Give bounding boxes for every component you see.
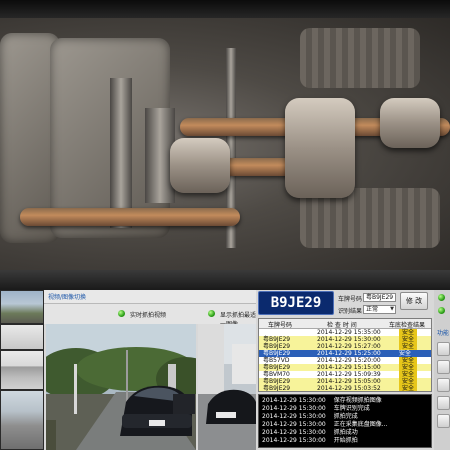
bottom-panel: 视频/图像切换 实时抓拍视频 显示抓拍最适一图像 (0, 290, 450, 450)
side-button[interactable] (437, 360, 450, 374)
status-indicator-icon (438, 294, 445, 301)
cell-time: 2014-12-29 15:30:00 (317, 336, 381, 343)
display-mode-row: 实时抓拍视频 显示抓拍最适一图像 (44, 304, 256, 328)
log-message: 抓拍成功 (333, 429, 358, 436)
log-message: 车牌识别完成 (333, 405, 370, 412)
cell-plate: 粤B9JE29 (263, 350, 291, 357)
cell-plate: 粤B9JE29 (263, 385, 291, 392)
cell-time: 2014-12-29 15:20:00 (317, 357, 381, 364)
log-message: 抓拍完成 (333, 413, 358, 420)
cell-time: 2014-12-29 15:15:00 (317, 364, 381, 371)
table-row[interactable]: 粤B9JE29 2014-12-29 15:25:00 安全 (259, 350, 431, 357)
table-row[interactable]: 粤BVM70 2014-12-29 15:09:39 安全 (259, 371, 431, 378)
log-time: 2014-12-29 15:30:00 (262, 437, 326, 444)
result-select[interactable]: 正常 ▼ (363, 305, 396, 314)
view-switch-header: 视频/图像切换 (44, 290, 256, 304)
capture-image-indicator-icon[interactable] (208, 310, 215, 317)
cell-time: 2014-12-29 15:25:00 (317, 350, 381, 357)
cell-time: 2014-12-29 15:27:00 (317, 343, 381, 350)
column-header-time[interactable]: 检 查 时 间 (327, 320, 357, 329)
side-button[interactable] (437, 396, 450, 410)
log-line: 2014-12-29 15:30:00 开始抓拍 (262, 437, 358, 445)
chevron-down-icon: ▼ (390, 306, 394, 312)
event-log: 2014-12-29 15:30:00 保存视频抓拍图像 2014-12-29 15… (258, 394, 432, 448)
table-row[interactable]: 粤B57VD 2014-12-29 15:20:00 安全 (259, 357, 431, 364)
realtime-video-option[interactable]: 实时抓拍视频 (130, 310, 166, 319)
cell-result: 安全 (399, 378, 418, 385)
log-time: 2014-12-29 15:30:00 (262, 397, 326, 404)
thumbnail-camera-4[interactable] (1, 391, 43, 449)
table-row[interactable]: 粤B9JE29 2014-12-29 15:15:00 安全 (259, 364, 431, 371)
function-label: 功能 (437, 330, 450, 337)
vehicle-undercarriage-inspection-screen: 视频/图像切换 实时抓拍视频 显示抓拍最适一图像 (0, 0, 450, 450)
plate-input-value: 粤B9JE29 (366, 294, 394, 301)
table-row[interactable]: 粤B9JE29 2014-12-29 15:03:52 安全 (259, 385, 431, 392)
cell-time: 2014-12-29 15:35:00 (317, 329, 381, 336)
thumbnail-camera-3[interactable] (1, 351, 43, 389)
log-message: 正在采集底盘图像... (333, 421, 388, 428)
table-row[interactable]: 粤B9JE29 2014-12-29 15:27:00 安全 (259, 343, 431, 350)
cell-plate: 粤B9JE29 (263, 378, 291, 385)
cell-result: 安全 (399, 385, 418, 391)
undercarriage-scan-image (0, 0, 450, 290)
column-header-plate[interactable]: 车牌号码 (268, 320, 292, 329)
log-line: 2014-12-29 15:30:00 车牌识别完成 (262, 405, 370, 413)
right-toolbar: 功能 (434, 290, 450, 450)
side-button[interactable] (437, 342, 450, 356)
camera-scene-2 (198, 324, 256, 450)
cell-plate: 粤B57VD (263, 357, 290, 364)
cell-time: 2014-12-29 15:05:00 (317, 378, 381, 385)
cell-plate: 粤BVM70 (263, 371, 290, 378)
side-button[interactable] (437, 378, 450, 392)
cell-result: 安全 (399, 343, 418, 350)
chassis-view (0, 18, 450, 273)
cell-time: 2014-12-29 15:09:39 (317, 371, 381, 378)
side-button[interactable] (437, 414, 450, 428)
log-message: 保存视频抓拍图像 (333, 397, 382, 404)
column-header-result[interactable]: 车底检查结果 (389, 320, 425, 329)
thumbnail-strip (0, 290, 44, 450)
log-line: 2014-12-29 15:30:00 保存视频抓拍图像 (262, 397, 382, 405)
thumbnail-camera-1[interactable] (1, 291, 43, 323)
log-line: 2014-12-29 15:30:00 抓拍成功 (262, 429, 358, 437)
cell-result: 安全 (399, 357, 418, 364)
cell-result: 安全 (399, 371, 418, 378)
cell-time: 2014-12-29 15:03:52 (317, 385, 381, 392)
cell-plate: 粤B9JE29 (263, 336, 291, 343)
result-select-value: 正常 (366, 306, 379, 313)
view-switch-caption: 视频/图像切换 (48, 294, 87, 301)
log-time: 2014-12-29 15:30:00 (262, 429, 326, 436)
table-row[interactable]: 粤B9JE29 2014-12-29 15:05:00 安全 (259, 378, 431, 385)
log-time: 2014-12-29 15:30:00 (262, 421, 326, 428)
cell-result: 安全 (399, 329, 418, 336)
modify-button[interactable]: 修 改 (400, 292, 428, 310)
cell-result: 安全 (399, 350, 412, 357)
realtime-video-indicator-icon[interactable] (118, 310, 125, 317)
log-time: 2014-12-29 15:30:00 (262, 405, 326, 412)
log-line: 2014-12-29 15:30:00 正在采集底盘图像... (262, 421, 387, 429)
camera-scene (46, 324, 196, 450)
log-message: 开始抓拍 (333, 437, 358, 444)
table-row[interactable]: 粤B9JE29 2014-12-29 15:30:00 安全 (259, 336, 431, 343)
plate-number-display: B9JE29 (258, 291, 334, 315)
table-header: 车牌号码 检 查 时 间 车底检查结果 (259, 319, 431, 329)
main-camera-feed (46, 324, 196, 450)
cell-result: 安全 (399, 336, 418, 343)
cell-result: 安全 (399, 364, 418, 371)
inspection-records-table: 车牌号码 检 查 时 间 车底检查结果 2014-12-29 15:35:00 安… (258, 318, 432, 392)
log-time: 2014-12-29 15:30:00 (262, 413, 326, 420)
cell-plate: 粤B9JE29 (263, 343, 291, 350)
log-line: 2014-12-29 15:30:00 抓拍完成 (262, 413, 358, 421)
secondary-camera-feed (198, 324, 256, 450)
table-row[interactable]: 2014-12-29 15:35:00 安全 (259, 329, 431, 336)
cell-plate: 粤B9JE29 (263, 364, 291, 371)
thumbnail-camera-2[interactable] (1, 325, 43, 349)
status-indicator-icon (438, 307, 445, 314)
plate-input[interactable]: 粤B9JE29 (363, 293, 396, 302)
